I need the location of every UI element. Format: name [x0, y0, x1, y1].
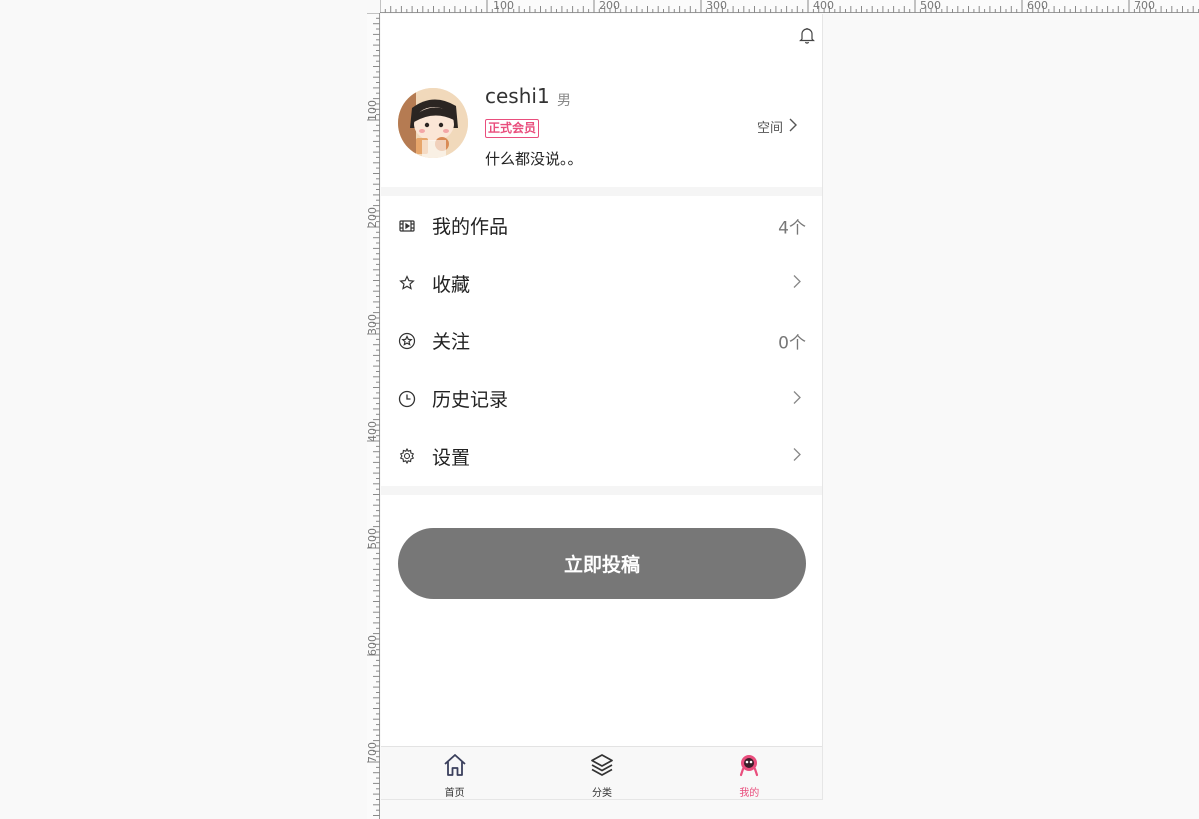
- ruler-label: 700: [366, 742, 379, 763]
- menu-item-label: 历史记录: [432, 389, 509, 412]
- section-divider: [381, 187, 822, 196]
- ruler-label: 600: [366, 635, 379, 656]
- section-divider: [381, 486, 822, 495]
- chevron-right-icon: [793, 447, 801, 466]
- ruler-label: 100: [366, 100, 379, 121]
- ruler-label: 300: [706, 0, 727, 12]
- menu-item-following[interactable]: 关注 0个: [381, 312, 822, 370]
- works-count: 4个: [778, 218, 806, 239]
- tab-label: 我的: [739, 788, 760, 799]
- menu-item-settings[interactable]: 设置: [381, 427, 822, 485]
- ruler-label: 500: [366, 528, 379, 549]
- ruler-label: 400: [366, 421, 379, 442]
- menu-item-history[interactable]: 历史记录: [381, 370, 822, 428]
- profile-menu: 我的作品 4个 收藏 关注 0个 历史记录 设置: [381, 197, 822, 485]
- star-circle-icon: [398, 332, 416, 350]
- ruler-label: 300: [366, 314, 379, 335]
- space-link[interactable]: 空间: [757, 117, 797, 136]
- menu-item-label: 设置: [432, 446, 471, 469]
- home-icon: [442, 752, 468, 782]
- avatar[interactable]: [398, 88, 468, 158]
- chevron-right-icon: [793, 274, 801, 293]
- user-icon: [736, 752, 762, 782]
- tab-home[interactable]: 首页: [381, 747, 528, 799]
- film-icon: [398, 217, 416, 235]
- gender-label: 男: [557, 93, 571, 109]
- ruler-label: 200: [366, 207, 379, 228]
- mobile-screen: ceshi1 男 正式会员 什么都没说。。 空间 我的作品 4个 收藏 关注 0…: [381, 14, 823, 800]
- layers-icon: [589, 752, 615, 782]
- submit-work-button[interactable]: 立即投稿: [398, 528, 806, 599]
- menu-item-favorites[interactable]: 收藏: [381, 255, 822, 313]
- tab-category[interactable]: 分类: [528, 747, 675, 799]
- member-badge: 正式会员: [485, 119, 540, 138]
- username: ceshi1: [485, 84, 550, 108]
- star-icon: [398, 274, 416, 292]
- gear-icon: [398, 447, 416, 465]
- vertical-ruler-ticks: [367, 13, 380, 816]
- ruler-label: 500: [920, 0, 941, 12]
- vertical-ruler: 100 200 300 400 500 600 700: [366, 13, 380, 819]
- menu-item-label: 我的作品: [432, 216, 509, 239]
- bell-icon[interactable]: [798, 26, 816, 44]
- ruler-label: 700: [1134, 0, 1155, 12]
- following-count: 0个: [778, 333, 806, 354]
- chevron-right-icon: [793, 389, 801, 408]
- tab-label: 分类: [591, 788, 612, 799]
- ruler-label: 100: [493, 0, 514, 12]
- ruler-label: 200: [599, 0, 620, 12]
- ruler-label: 400: [813, 0, 834, 12]
- tab-mine[interactable]: 我的: [676, 747, 822, 799]
- horizontal-ruler: 100 200 300 400 500 600 700: [380, 0, 1199, 13]
- chevron-right-icon: [789, 118, 797, 136]
- profile-header: ceshi1 男 正式会员 什么都没说。。 空间: [381, 70, 822, 187]
- clock-icon: [398, 390, 416, 408]
- bottom-tab-bar: 首页 分类 我的: [381, 746, 822, 799]
- tab-label: 首页: [444, 788, 465, 799]
- menu-item-label: 收藏: [432, 273, 471, 296]
- avatar-image: [398, 88, 468, 158]
- space-link-label: 空间: [756, 121, 783, 136]
- menu-item-label: 关注: [432, 331, 471, 354]
- menu-item-my-works[interactable]: 我的作品 4个: [381, 197, 822, 255]
- user-bio: 什么都没说。。: [485, 150, 583, 168]
- ruler-label: 600: [1027, 0, 1048, 12]
